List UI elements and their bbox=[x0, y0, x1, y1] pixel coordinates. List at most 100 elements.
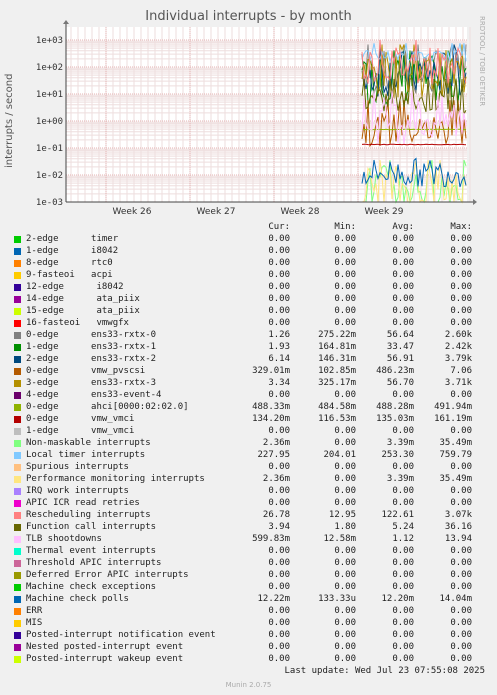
legend-row: 1-edge i8042 0.00 0.00 0.00 0.00 bbox=[12, 246, 482, 258]
legend-row: Local timer interrupts 227.95 204.01 253.30… bbox=[12, 450, 482, 462]
legend-avg-value: 0.00 bbox=[392, 234, 414, 244]
legend-swatch bbox=[14, 296, 21, 303]
legend-max-value: 36.16 bbox=[444, 522, 472, 532]
legend-label: 0-edge vmw_vmci bbox=[26, 414, 135, 424]
legend-cur-value: 0.00 bbox=[268, 642, 290, 652]
legend-max-value: 35.49m bbox=[439, 474, 472, 484]
legend-max-value: 0.00 bbox=[450, 606, 472, 616]
legend-cur-value: 3.34 bbox=[268, 378, 290, 388]
legend-avg-value: 12.20m bbox=[381, 594, 414, 604]
legend-swatch bbox=[14, 392, 21, 399]
legend-max-value: 0.00 bbox=[450, 390, 472, 400]
legend-swatch bbox=[14, 380, 21, 387]
legend-swatch bbox=[14, 512, 21, 519]
legend-cur-value: 1.26 bbox=[268, 330, 290, 340]
legend-cur-value: 0.00 bbox=[268, 294, 290, 304]
legend-row: 3-edge ens33-rxtx-3 3.34 325.17m 56.70 3.71k bbox=[12, 378, 482, 390]
legend-label: Local timer interrupts bbox=[26, 450, 146, 460]
legend-cur-value: 2.36m bbox=[262, 438, 290, 448]
legend-label: Function call interrupts bbox=[26, 522, 157, 532]
column-header-max: Max: bbox=[450, 222, 472, 232]
legend-min-value: 12.95 bbox=[328, 510, 356, 520]
legend-avg-value: 0.00 bbox=[392, 654, 414, 664]
legend-row: 0-edge ahci[0000:02:02.0] 488.33m 484.58m 4… bbox=[12, 402, 482, 414]
legend-min-value: 12.58m bbox=[323, 534, 356, 544]
legend-max-value: 14.04m bbox=[439, 594, 472, 604]
legend-avg-value: 0.00 bbox=[392, 558, 414, 568]
legend-swatch bbox=[14, 236, 21, 243]
legend-avg-value: 0.00 bbox=[392, 546, 414, 556]
legend-cur-value: 134.20m bbox=[252, 414, 290, 424]
legend-swatch bbox=[14, 272, 21, 279]
legend-max-value: 0.00 bbox=[450, 306, 472, 316]
legend-label: MIS bbox=[26, 618, 43, 628]
legend-avg-value: 0.00 bbox=[392, 582, 414, 592]
legend-row: 8-edge rtc0 0.00 0.00 0.00 0.00 bbox=[12, 258, 482, 270]
legend-row: 12-edge i8042 0.00 0.00 0.00 0.00 bbox=[12, 282, 482, 294]
legend-avg-value: 0.00 bbox=[392, 270, 414, 280]
legend-avg-value: 0.00 bbox=[392, 618, 414, 628]
legend-label: 1-edge i8042 bbox=[26, 246, 119, 256]
legend-row: Posted-interrupt wakeup event 0.00 0.00 0.0… bbox=[12, 654, 482, 666]
chart-plot: 1e+03 1e+02 1e+01 1e+00 1e-01 1e-02 1e-03 Week… bbox=[36, 20, 477, 217]
legend-label: Deferred Error APIC interrupts bbox=[26, 570, 189, 580]
legend-swatch bbox=[14, 440, 21, 447]
legend-cur-value: 0.00 bbox=[268, 486, 290, 496]
legend-max-value: 0.00 bbox=[450, 246, 472, 256]
legend-max-value: 2.60k bbox=[444, 330, 472, 340]
legend-swatch bbox=[14, 572, 21, 579]
column-header-avg: Avg: bbox=[392, 222, 414, 232]
x-tick-label: Week 27 bbox=[197, 207, 236, 217]
legend-row: 15-edge ata_piix 0.00 0.00 0.00 0.00 bbox=[12, 306, 482, 318]
legend-min-value: 102.85m bbox=[318, 366, 356, 376]
legend-label: Nested posted-interrupt event bbox=[26, 642, 184, 652]
legend-min-value: 1.80 bbox=[334, 522, 356, 532]
legend-row: Function call interrupts 3.94 1.80 5.24 36.1… bbox=[12, 522, 482, 534]
legend-row: Performance monitoring interrupts 2.36m 0.… bbox=[12, 474, 482, 486]
column-header-min: Min: bbox=[334, 222, 356, 232]
legend-cur-value: 0.00 bbox=[268, 270, 290, 280]
series-line bbox=[361, 128, 467, 131]
legend-row: Rescheduling interrupts 26.78 12.95 122.61 3… bbox=[12, 510, 482, 522]
legend-max-value: 0.00 bbox=[450, 270, 472, 280]
legend-avg-value: 3.39m bbox=[386, 438, 414, 448]
legend-max-value: 3.07k bbox=[444, 510, 472, 520]
legend-min-value: 0.00 bbox=[334, 618, 356, 628]
legend-label: Performance monitoring interrupts bbox=[26, 474, 205, 484]
legend-label: ERR bbox=[26, 606, 43, 616]
legend-swatch bbox=[14, 596, 21, 603]
legend-label: Posted-interrupt notification event bbox=[26, 630, 216, 640]
legend-label: Machine check polls bbox=[26, 594, 129, 604]
last-update: Last update: Wed Jul 23 07:55:08 2025 bbox=[284, 666, 485, 676]
legend-label: 0-edge ahci[0000:02:02.0] bbox=[26, 402, 189, 412]
legend-max-value: 0.00 bbox=[450, 630, 472, 640]
legend-min-value: 0.00 bbox=[334, 546, 356, 556]
legend-max-value: 0.00 bbox=[450, 642, 472, 652]
legend-label: Threshold APIC interrupts bbox=[26, 558, 162, 568]
legend-cur-value: 0.00 bbox=[268, 318, 290, 328]
legend-min-value: 0.00 bbox=[334, 294, 356, 304]
legend-avg-value: 1.12 bbox=[392, 534, 414, 544]
legend-cur-value: 0.00 bbox=[268, 546, 290, 556]
legend-max-value: 3.79k bbox=[444, 354, 472, 364]
legend-row: APIC ICR read retries 0.00 0.00 0.00 0.00 bbox=[12, 498, 482, 510]
legend-min-value: 0.00 bbox=[334, 234, 356, 244]
legend-avg-value: 0.00 bbox=[392, 258, 414, 268]
legend-label: IRQ work interrupts bbox=[26, 486, 129, 496]
legend-swatch bbox=[14, 476, 21, 483]
legend-label: 0-edge vmw_pvscsi bbox=[26, 366, 146, 376]
legend-swatch bbox=[14, 488, 21, 495]
legend-row: Machine check polls 12.22m 133.33u 12.20m 14… bbox=[12, 594, 482, 606]
legend-label: 1-edge ens33-rxtx-1 bbox=[26, 342, 157, 352]
legend-max-value: 0.00 bbox=[450, 582, 472, 592]
legend-max-value: 491.94m bbox=[434, 402, 472, 412]
y-axis-arrow bbox=[63, 20, 69, 24]
legend-max-value: 0.00 bbox=[450, 654, 472, 664]
legend-min-value: 0.00 bbox=[334, 654, 356, 664]
legend-row: 1-edge ens33-rxtx-1 1.93 164.81m 33.47 2.42k bbox=[12, 342, 482, 354]
legend-max-value: 2.42k bbox=[444, 342, 472, 352]
legend-swatch bbox=[14, 536, 21, 543]
y-tick-label: 1e-02 bbox=[36, 171, 63, 181]
legend-swatch bbox=[14, 320, 21, 327]
legend-label: 16-fasteoi vmwgfx bbox=[26, 318, 129, 328]
